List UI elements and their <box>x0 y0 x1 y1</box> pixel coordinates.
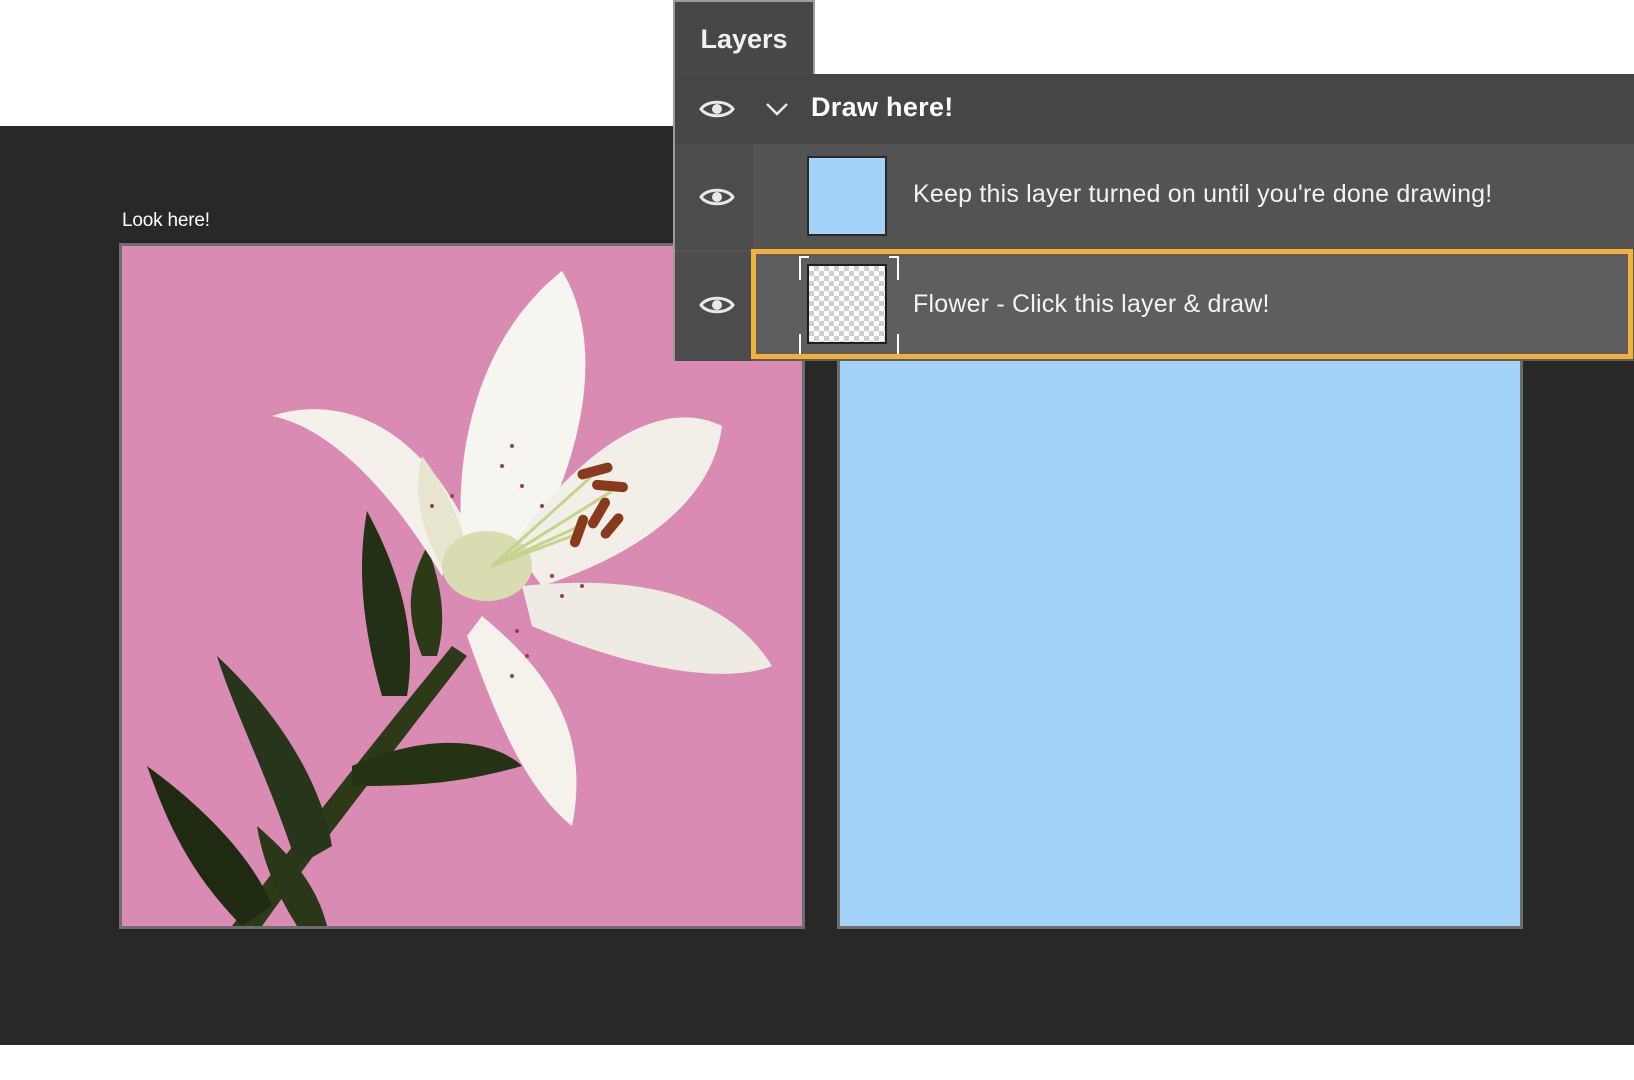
canvas-label: Look here! <box>122 210 210 231</box>
layer-visibility-cell <box>675 144 753 250</box>
layers-panel: Draw here! Keep this layer turned on unt… <box>673 74 1634 361</box>
selection-bracket <box>889 334 899 358</box>
layer-thumbnail <box>807 156 887 236</box>
page: Look here! Layers Draw here! Keep this l… <box>0 0 1634 1080</box>
layer-thumbnail-transparent <box>807 264 887 344</box>
chevron-down-icon[interactable] <box>764 96 790 122</box>
selection-bracket <box>799 334 809 358</box>
selection-bracket <box>799 256 809 280</box>
layer-group-name: Draw here! <box>811 92 954 122</box>
selection-bracket <box>889 256 899 280</box>
layer-name: Flower - Click this layer & draw! <box>913 290 1270 318</box>
layer-group-row[interactable]: Draw here! <box>675 74 1634 144</box>
layers-panel-tab[interactable]: Layers <box>673 0 815 74</box>
layer-row-flower[interactable]: Flower - Click this layer & draw! <box>753 252 1634 361</box>
eye-icon[interactable] <box>699 294 735 316</box>
layer-name: Keep this layer turned on until you're d… <box>913 180 1493 208</box>
layer-visibility-cell <box>675 252 753 361</box>
layer-row-keep-on[interactable]: Keep this layer turned on until you're d… <box>753 144 1634 250</box>
eye-icon[interactable] <box>699 98 735 120</box>
eye-icon[interactable] <box>699 186 735 208</box>
